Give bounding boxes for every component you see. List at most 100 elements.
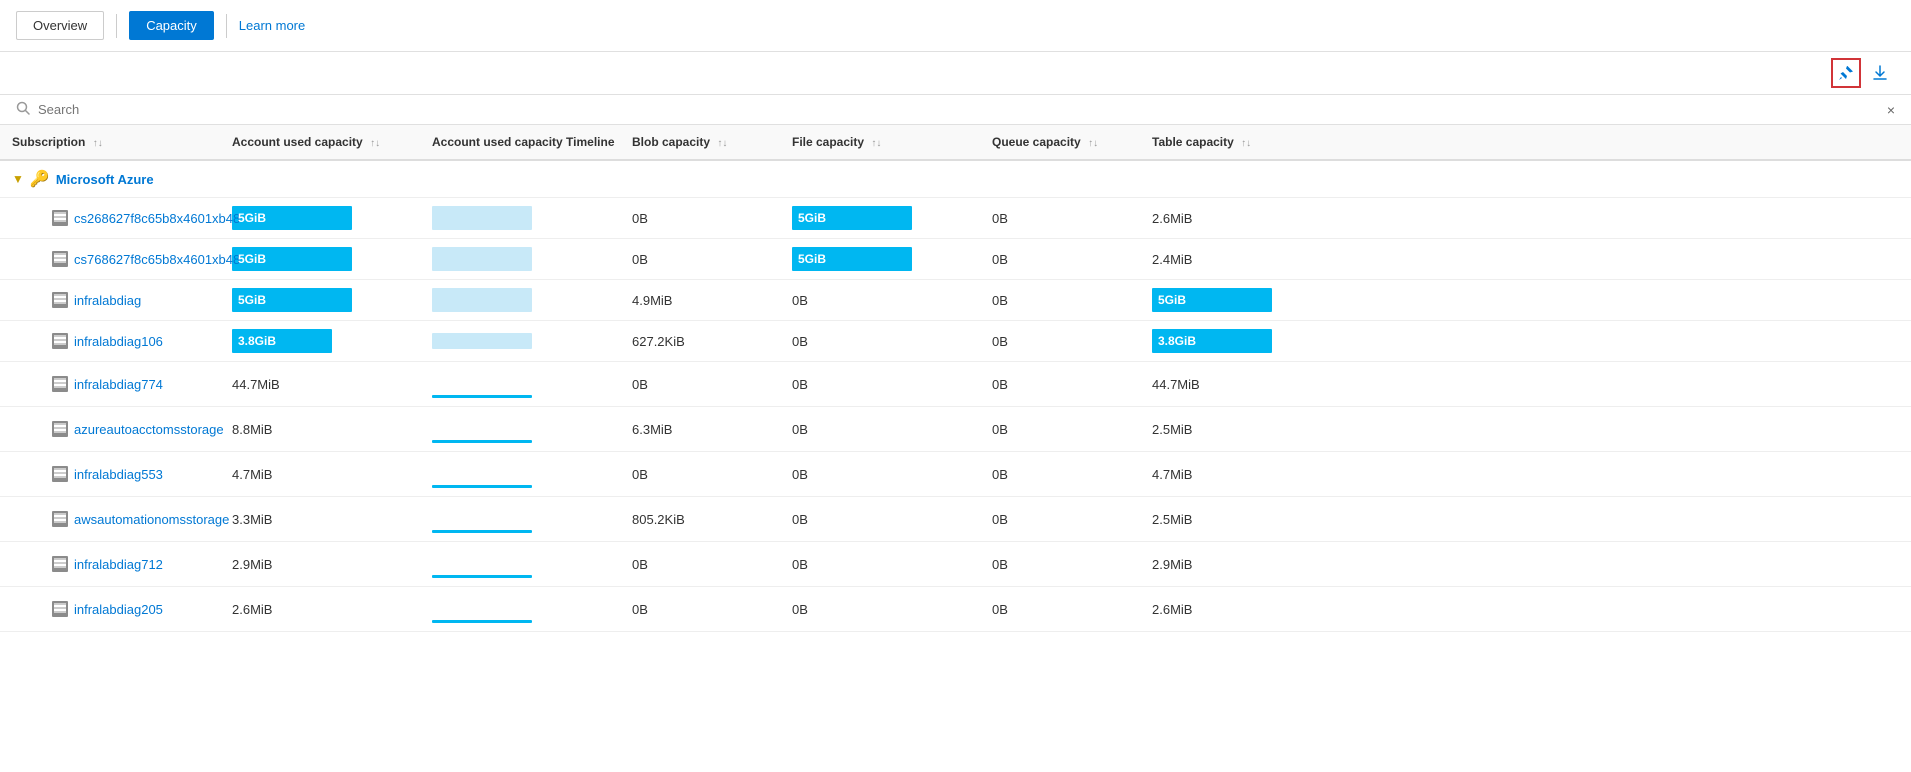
file-cap-cell: 0B [780,497,980,542]
account-used-cap-cell: 44.7MiB [220,362,420,407]
sort-icon-blob-cap: ↑↓ [717,138,727,149]
col-header-table-cap[interactable]: Table capacity ↑↓ [1140,125,1911,160]
group-expand-arrow[interactable]: ▼ [12,172,24,186]
search-bar: × [0,95,1911,125]
table-cap-value: 2.9MiB [1152,557,1192,572]
queue-cap-cell: 0B [980,407,1140,452]
timeline-cell [420,497,620,542]
search-clear-button[interactable]: × [1887,102,1895,118]
subscription-cell[interactable]: infralabdiag205 [12,601,208,617]
subscription-name[interactable]: infralabdiag [74,293,141,308]
download-button[interactable] [1865,58,1895,88]
queue-cap-value: 0B [992,512,1008,527]
subscription-name[interactable]: cs768627f8c65b8x4601xb48 [74,252,240,267]
cap-bar-full: 5GiB [232,247,352,271]
subscription-name[interactable]: infralabdiag205 [74,602,163,617]
subscription-name[interactable]: infralabdiag553 [74,467,163,482]
overview-button[interactable]: Overview [16,11,104,40]
sort-icon-account-used-cap: ↑↓ [370,138,380,149]
table-cap-label: 3.8GiB [1158,334,1196,348]
blob-cap-cell: 0B [620,239,780,280]
account-used-cap-cell: 2.9MiB [220,542,420,587]
subscription-name[interactable]: awsautomationomsstorage [74,512,229,527]
search-input[interactable] [38,102,1879,117]
queue-cap-cell: 0B [980,321,1140,362]
timeline-cell [420,362,620,407]
subscription-name[interactable]: infralabdiag106 [74,334,163,349]
queue-cap-cell: 0B [980,239,1140,280]
storage-icon [52,511,68,527]
blob-cap-cell: 4.9MiB [620,280,780,321]
table-cap-cell: 2.6MiB [1140,198,1911,239]
blob-cap-value: 0B [632,467,648,482]
account-used-cap-cell: 4.7MiB [220,452,420,497]
table-cap-cell: 44.7MiB [1140,362,1911,407]
blob-cap-value: 627.2KiB [632,334,685,349]
subscription-cell[interactable]: infralabdiag106 [12,333,208,349]
subscription-cell[interactable]: azureautoacctomsstorage [12,421,208,437]
group-name: Microsoft Azure [56,172,154,187]
learn-more-link[interactable]: Learn more [239,18,305,33]
file-cap-value: 0B [792,377,808,392]
timeline-bar-full [432,247,532,271]
account-used-cap-cell: 8.8MiB [220,407,420,452]
storage-icon [52,601,68,617]
file-cap-cell: 0B [780,452,980,497]
sort-icon-subscription: ↑↓ [93,138,103,149]
storage-icon [52,333,68,349]
table-cap-value: 2.4MiB [1152,252,1192,267]
file-cap-value: 0B [792,293,808,308]
table-cap-value: 4.7MiB [1152,467,1192,482]
group-label[interactable]: ▼ 🔑 Microsoft Azure [12,169,1899,189]
subscription-cell[interactable]: awsautomationomsstorage [12,511,208,527]
subscription-cell[interactable]: infralabdiag [12,292,208,308]
table-cap-cell: 2.5MiB [1140,497,1911,542]
table-row: azureautoacctomsstorage 8.8MiB6.3MiB0B0B… [0,407,1911,452]
col-header-file-cap[interactable]: File capacity ↑↓ [780,125,980,160]
col-header-subscription[interactable]: Subscription ↑↓ [0,125,220,160]
col-header-blob-cap[interactable]: Blob capacity ↑↓ [620,125,780,160]
col-header-queue-cap[interactable]: Queue capacity ↑↓ [980,125,1140,160]
queue-cap-cell: 0B [980,452,1140,497]
subscription-name[interactable]: infralabdiag774 [74,377,163,392]
col-header-account-used-cap[interactable]: Account used capacity ↑↓ [220,125,420,160]
table-row: infralabdiag553 4.7MiB0B0B0B4.7MiB [0,452,1911,497]
file-cap-cell: 0B [780,542,980,587]
queue-cap-cell: 0B [980,362,1140,407]
blob-cap-cell: 0B [620,362,780,407]
cap-text: 44.7MiB [232,377,280,392]
account-used-cap-cell: 5GiB [220,239,420,280]
subscription-name[interactable]: azureautoacctomsstorage [74,422,224,437]
table-header-row: Subscription ↑↓ Account used capacity ↑↓… [0,125,1911,160]
file-cap-cell: 5GiB [780,239,980,280]
subscription-cell[interactable]: infralabdiag553 [12,466,208,482]
timeline-cell [420,280,620,321]
col-header-timeline[interactable]: Account used capacity Timeline [420,125,620,160]
file-cap-value: 0B [792,557,808,572]
timeline-bar-line-wrap [432,505,532,533]
table-cap-cell: 2.6MiB [1140,587,1911,632]
table-cap-cell: 2.4MiB [1140,239,1911,280]
subscription-cell[interactable]: cs768627f8c65b8x4601xb48 [12,251,208,267]
account-used-cap-cell: 3.8GiB [220,321,420,362]
blob-cap-value: 6.3MiB [632,422,672,437]
sort-icon-file-cap: ↑↓ [871,138,881,149]
subscription-cell[interactable]: cs268627f8c65b8x4601xb48 [12,210,208,226]
file-cap-cell: 0B [780,587,980,632]
timeline-bar-line [432,620,532,623]
queue-cap-value: 0B [992,602,1008,617]
pin-button[interactable] [1831,58,1861,88]
subscription-cell[interactable]: infralabdiag774 [12,376,208,392]
blob-cap-cell: 0B [620,542,780,587]
queue-cap-cell: 0B [980,587,1140,632]
table-cap-cell: 3.8GiB [1140,321,1911,362]
group-row-microsoft-azure: ▼ 🔑 Microsoft Azure [0,160,1911,198]
table-row: infralabdiag205 2.6MiB0B0B0B2.6MiB [0,587,1911,632]
cap-text: 2.9MiB [232,557,272,572]
subscription-name[interactable]: cs268627f8c65b8x4601xb48 [74,211,240,226]
blob-cap-value: 4.9MiB [632,293,672,308]
subscription-name[interactable]: infralabdiag712 [74,557,163,572]
blob-cap-cell: 805.2KiB [620,497,780,542]
capacity-button[interactable]: Capacity [129,11,214,40]
subscription-cell[interactable]: infralabdiag712 [12,556,208,572]
